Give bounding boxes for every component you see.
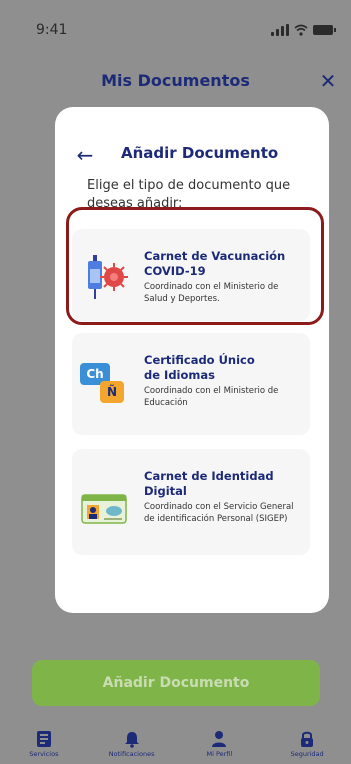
wifi-icon	[294, 24, 308, 36]
document-title: Carnet de Identidad Digital	[144, 469, 274, 498]
modal-header: ← Añadir Documento	[55, 141, 329, 169]
tab-label: Servicios	[29, 750, 59, 758]
battery-icon	[313, 25, 336, 35]
bottom-tab-bar: Servicios Notificaciones Mi Perfil Segur…	[0, 720, 351, 764]
tab-servicios[interactable]: Servicios	[4, 720, 84, 758]
document-description: Coordinado con el Ministerio de Educació…	[144, 386, 279, 408]
modal-title: Añadir Documento	[121, 144, 279, 162]
services-icon	[36, 731, 51, 747]
selection-highlight	[66, 207, 324, 325]
status-time: 9:41	[36, 22, 68, 38]
status-icons	[271, 24, 336, 36]
document-title: Certificado Único	[144, 353, 255, 367]
header: Mis Documentos ✕	[0, 60, 351, 100]
tab-label: Seguridad	[290, 750, 324, 758]
tab-seguridad[interactable]: Seguridad	[267, 720, 347, 758]
tab-label: Notificaciones	[108, 750, 155, 758]
card-text: Carnet de Identidad Digital Coordinado c…	[144, 469, 304, 525]
status-bar: 9:41	[0, 0, 351, 60]
tab-mi-perfil[interactable]: Mi Perfil	[179, 720, 259, 758]
back-arrow-icon[interactable]: ←	[73, 141, 97, 169]
lock-icon	[301, 731, 314, 747]
signal-icon	[271, 24, 289, 36]
document-option-digital-id[interactable]: Carnet de Identidad Digital Coordinado c…	[72, 449, 310, 555]
document-option-languages[interactable]: Ch Ñ Certificado Único de Idiomas Coordi…	[72, 333, 310, 435]
language-icon-n: Ñ	[100, 381, 124, 403]
language-icon: Ch Ñ	[80, 359, 130, 411]
tab-label: Mi Perfil	[206, 750, 233, 758]
id-card-icon	[81, 494, 127, 524]
document-title-line2: de Idiomas	[144, 368, 215, 382]
bell-icon	[124, 732, 139, 748]
add-document-modal: ← Añadir Documento Elige el tipo de docu…	[55, 107, 329, 613]
add-document-button[interactable]: Añadir Documento	[32, 660, 320, 706]
close-icon[interactable]: ✕	[315, 68, 341, 94]
card-text: Certificado Único de Idiomas Coordinado …	[144, 353, 304, 409]
page-title: Mis Documentos	[101, 70, 250, 90]
tab-notificaciones[interactable]: Notificaciones	[92, 720, 172, 758]
profile-icon	[212, 731, 227, 747]
document-description: Coordinado con el Servicio General de id…	[144, 502, 294, 524]
